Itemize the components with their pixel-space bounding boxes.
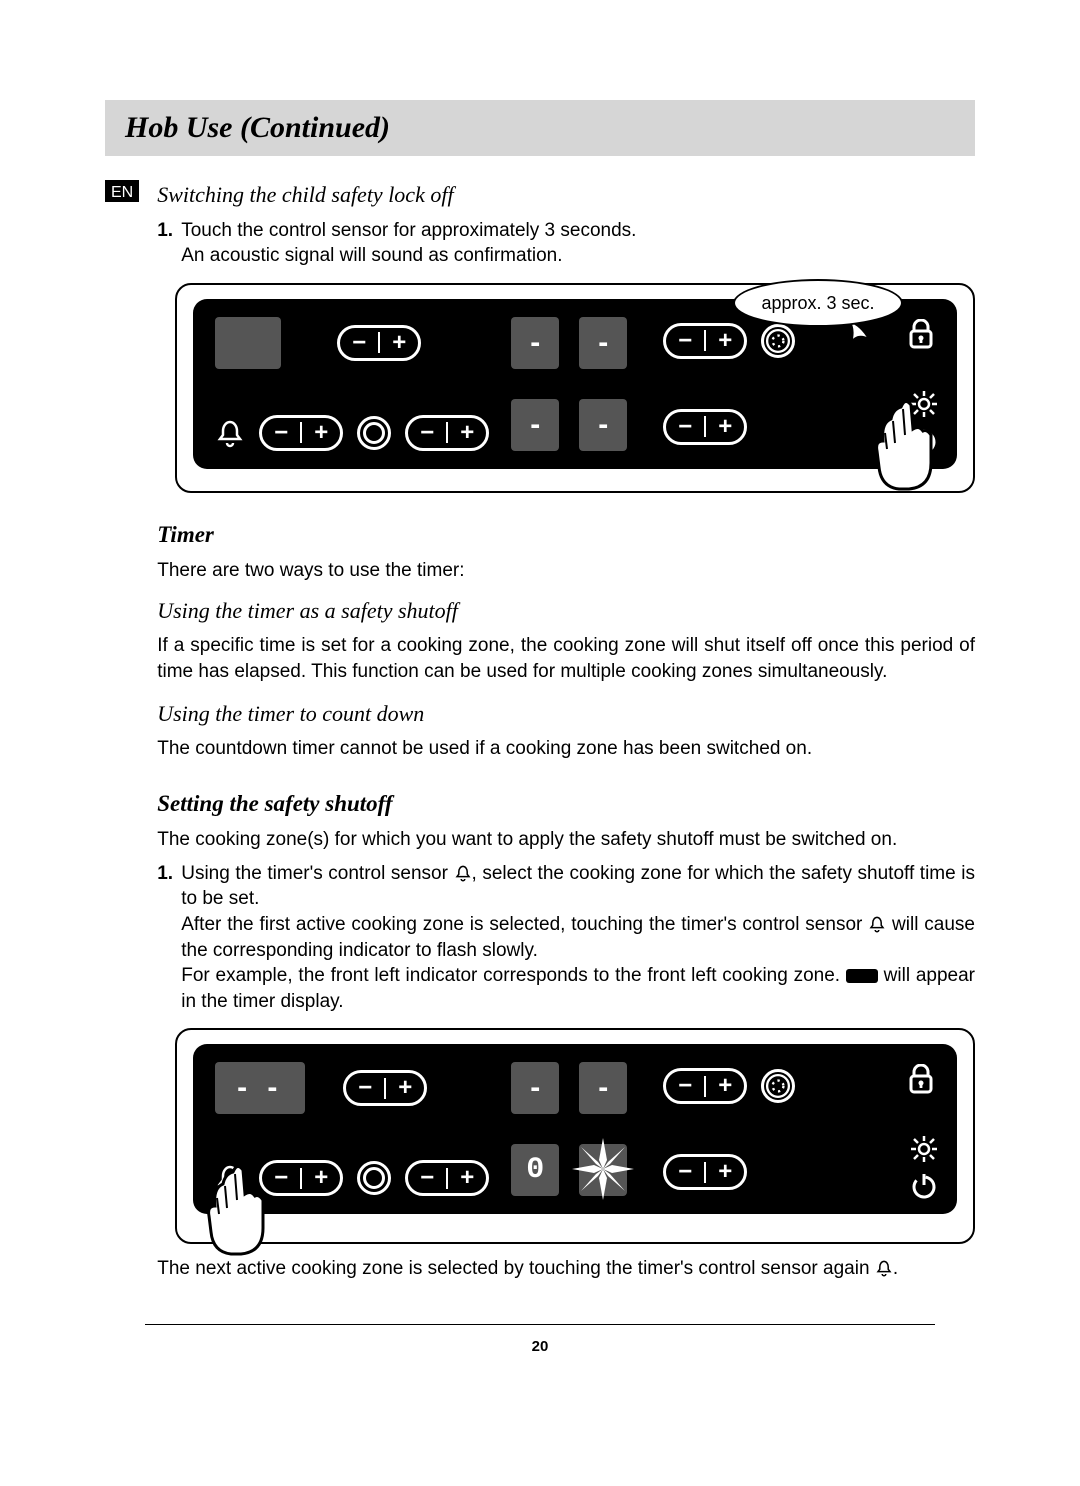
figure-safety-shutoff: - - −+ - - −+ bbox=[175, 1028, 975, 1244]
figure-child-lock: approx. 3 sec. −+ - - bbox=[175, 283, 975, 493]
hand-icon bbox=[205, 1162, 269, 1260]
content-row: EN Switching the child safety lock off 1… bbox=[105, 180, 975, 1288]
dual-zone-icon[interactable] bbox=[357, 416, 391, 450]
bell-icon bbox=[454, 864, 472, 882]
minus-plus-control[interactable]: −+ bbox=[343, 1070, 427, 1106]
display-dashes: - - bbox=[215, 1062, 305, 1114]
display-dash: - bbox=[511, 1062, 559, 1114]
bubble-text: approx. 3 sec. bbox=[761, 291, 874, 315]
timer-countdown-heading: Using the timer to count down bbox=[157, 699, 975, 729]
child-lock-off-heading: Switching the child safety lock off bbox=[157, 180, 975, 210]
power-ring-icon[interactable] bbox=[761, 324, 795, 358]
page-title: Hob Use (Continued) bbox=[125, 108, 390, 149]
text: The next active cooking zone is selected… bbox=[157, 1258, 875, 1279]
display-dash: - bbox=[579, 1062, 627, 1114]
minus-plus-control[interactable]: −+ bbox=[663, 1068, 747, 1104]
bell-icon[interactable] bbox=[215, 418, 245, 448]
display-blank bbox=[215, 317, 281, 369]
text: . bbox=[893, 1258, 898, 1279]
minus-plus-control[interactable]: −+ bbox=[259, 1160, 343, 1196]
flash-icon bbox=[572, 1138, 634, 1200]
display-zero: 0 bbox=[511, 1144, 559, 1196]
after-figure-text: The next active cooking zone is selected… bbox=[157, 1256, 975, 1282]
step-number: 1. bbox=[157, 218, 181, 269]
minus-plus-control[interactable]: −+ bbox=[405, 415, 489, 451]
hand-icon bbox=[873, 397, 937, 495]
timer-shutoff-heading: Using the timer as a safety shutoff bbox=[157, 596, 975, 626]
lock-icon[interactable] bbox=[907, 1064, 935, 1096]
list-item: 1. Using the timer's control sensor , se… bbox=[157, 861, 975, 1015]
power-ring-icon[interactable] bbox=[761, 1069, 795, 1103]
indicator-icon bbox=[846, 969, 878, 983]
step-body: Using the timer's control sensor , selec… bbox=[181, 861, 975, 1015]
dual-zone-icon[interactable] bbox=[357, 1161, 391, 1195]
footer-divider bbox=[145, 1324, 935, 1325]
list-item: 1. Touch the control sensor for approxim… bbox=[157, 218, 975, 269]
bell-icon bbox=[875, 1259, 893, 1277]
timer-shutoff-body: If a specific time is set for a cooking … bbox=[157, 633, 975, 684]
display-dash: - bbox=[579, 399, 627, 451]
step-text-line1: Touch the control sensor for approximate… bbox=[181, 220, 636, 241]
display-dash: - bbox=[511, 317, 559, 369]
minus-plus-control[interactable]: −+ bbox=[663, 409, 747, 445]
text: Using the timer's control sensor bbox=[181, 863, 453, 884]
display-dash: - bbox=[511, 399, 559, 451]
bell-icon bbox=[868, 915, 886, 933]
child-lock-steps: 1. Touch the control sensor for approxim… bbox=[157, 218, 975, 269]
minus-plus-control[interactable]: −+ bbox=[337, 325, 421, 361]
timer-heading: Timer bbox=[157, 519, 975, 550]
control-panel: - - −+ - - −+ bbox=[193, 1044, 957, 1214]
text: After the first active cooking zone is s… bbox=[181, 914, 868, 935]
timer-intro: There are two ways to use the timer: bbox=[157, 558, 975, 584]
step-number: 1. bbox=[157, 861, 181, 1015]
title-bar: Hob Use (Continued) bbox=[105, 100, 975, 156]
main-content: Switching the child safety lock off 1. T… bbox=[157, 180, 975, 1288]
minus-plus-control[interactable]: −+ bbox=[663, 323, 747, 359]
minus-plus-control[interactable]: −+ bbox=[405, 1160, 489, 1196]
speech-bubble: approx. 3 sec. bbox=[733, 279, 903, 327]
language-badge: EN bbox=[105, 180, 139, 202]
setting-steps: 1. Using the timer's control sensor , se… bbox=[157, 861, 975, 1015]
page-number: 20 bbox=[105, 1337, 975, 1357]
step-text-line2: An acoustic signal will sound as confirm… bbox=[181, 245, 562, 266]
setting-intro: The cooking zone(s) for which you want t… bbox=[157, 827, 975, 853]
timer-section: Timer There are two ways to use the time… bbox=[157, 519, 975, 1282]
display-dash: - bbox=[579, 317, 627, 369]
brightness-icon[interactable] bbox=[909, 1134, 939, 1164]
minus-plus-control[interactable]: −+ bbox=[259, 415, 343, 451]
timer-countdown-body: The countdown timer cannot be used if a … bbox=[157, 736, 975, 762]
text: For example, the front left indicator co… bbox=[181, 965, 846, 986]
setting-shutoff-heading: Setting the safety shutoff bbox=[157, 788, 975, 819]
lock-icon[interactable] bbox=[907, 319, 935, 351]
minus-plus-control[interactable]: −+ bbox=[663, 1154, 747, 1190]
step-body: Touch the control sensor for approximate… bbox=[181, 218, 975, 269]
power-icon[interactable] bbox=[910, 1172, 938, 1200]
